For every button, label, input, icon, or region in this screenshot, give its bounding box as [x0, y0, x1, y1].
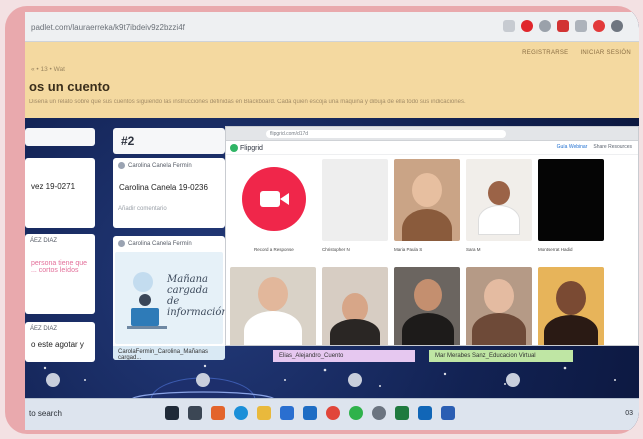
- flipgrid-address-bar[interactable]: flipgrid.com/d17d: [266, 130, 506, 138]
- video-tile-2[interactable]: [394, 159, 460, 241]
- card-filename: CarolaFermin_Carolina_Mañanas cargad...: [113, 346, 225, 360]
- card-left-2[interactable]: ÁEZ DIAZ persona tiene que ... cortos le…: [25, 234, 95, 314]
- flipgrid-header-links: Guía Webinar Share Resources: [557, 144, 632, 150]
- video-tile-1[interactable]: [322, 159, 388, 241]
- flipgrid-header: Flipgrid Guía Webinar Share Resources: [226, 141, 638, 155]
- add-comment-link[interactable]: Añadir comentario: [113, 202, 225, 216]
- card-text: vez 19-0271: [31, 182, 76, 191]
- card-left-3[interactable]: ÁEZ DIAZ o este agotar y: [25, 322, 95, 362]
- monitor-screen: padlet.com/lauraerreka/k9t7ibdeiv9z2bzzi…: [25, 12, 639, 430]
- page-title: os un cuento: [29, 79, 110, 94]
- video-tile-8[interactable]: [466, 267, 532, 345]
- app-icon-orange[interactable]: [211, 406, 225, 420]
- card-text: Carolina Canela 19-0236: [119, 183, 208, 192]
- browser-toolbar: padlet.com/lauraerreka/k9t7ibdeiv9z2bzzi…: [25, 12, 639, 42]
- video-tile-6[interactable]: [322, 267, 388, 345]
- face: [412, 173, 442, 207]
- star-icon[interactable]: [503, 20, 515, 32]
- video-tile-4[interactable]: [538, 159, 604, 241]
- explorer-icon[interactable]: [257, 406, 271, 420]
- puzzle-icon[interactable]: [575, 20, 587, 32]
- record-icon[interactable]: [593, 20, 605, 32]
- mail-icon[interactable]: [303, 406, 317, 420]
- flipgrid-browser-bar: flipgrid.com/d17d: [226, 127, 638, 141]
- page-description: Diseña un relato sobre que sus cuentos s…: [29, 99, 466, 105]
- card-mid-2[interactable]: Carolina Canela Fermín Mañana cargada de…: [113, 236, 225, 360]
- opera-icon[interactable]: [521, 20, 533, 32]
- header-links: REGISTRARSE INICIAR SESIÓN: [512, 50, 631, 56]
- card-image[interactable]: Mañana cargada de información: [115, 252, 225, 344]
- avatar: [118, 240, 125, 247]
- card-image-caption: Mañana cargada de información: [167, 274, 225, 318]
- flipgrid-window: flipgrid.com/d17d Flipgrid Guía Webinar S…: [225, 126, 639, 346]
- tile-caption: Montserrat Hadid: [538, 247, 573, 252]
- register-link[interactable]: REGISTRARSE: [522, 50, 568, 56]
- hair: [330, 319, 380, 345]
- face: [484, 279, 514, 313]
- face: [556, 281, 586, 315]
- card-text: o este agotar y: [31, 340, 84, 349]
- chrome-taskbar-icon[interactable]: [326, 406, 340, 420]
- video-tile-3[interactable]: [466, 159, 532, 241]
- taskbar-search[interactable]: to search: [29, 409, 62, 418]
- app-icon-gray[interactable]: [372, 406, 386, 420]
- hair: [402, 209, 452, 241]
- photo-frame: padlet.com/lauraerreka/k9t7ibdeiv9z2bzzi…: [5, 6, 639, 434]
- word-icon[interactable]: [441, 406, 455, 420]
- shirt: [402, 313, 454, 345]
- flipgrid-logo: Flipgrid: [230, 144, 263, 152]
- edge-icon[interactable]: [234, 406, 248, 420]
- start-icon[interactable]: [165, 406, 179, 420]
- card-author: ÁEZ DIAZ: [30, 326, 58, 332]
- address-bar[interactable]: padlet.com/lauraerreka/k9t7ibdeiv9z2bzzi…: [31, 21, 491, 35]
- flipgrid-logo-icon: [230, 144, 238, 152]
- video-tile-7[interactable]: [394, 267, 460, 345]
- column-2: #2: [113, 128, 225, 154]
- tile-caption: Sara M: [466, 247, 481, 252]
- system-tray-clock[interactable]: 03: [625, 410, 633, 417]
- hair: [472, 313, 526, 345]
- excel-icon[interactable]: [395, 406, 409, 420]
- tile-caption: Record a Response: [254, 247, 294, 252]
- shirt: [244, 311, 302, 345]
- card-left-1[interactable]: vez 19-0271: [25, 158, 95, 228]
- tile-caption: Christopher N: [322, 247, 350, 252]
- hair: [544, 315, 598, 345]
- guide-link[interactable]: Guía Webinar: [557, 144, 588, 150]
- face: [258, 277, 288, 311]
- windows-taskbar: to search 03: [25, 398, 639, 430]
- video-tile-5[interactable]: [230, 267, 316, 345]
- card-author: ÁEZ DIAZ: [30, 238, 58, 244]
- avatar: [118, 162, 125, 169]
- card-label-mar[interactable]: Mar Merabes Sanz_Educacion Virtual: [429, 350, 573, 362]
- outlook-icon[interactable]: [418, 406, 432, 420]
- login-link[interactable]: INICIAR SESIÓN: [580, 50, 631, 56]
- card-text-pink: persona tiene que ... cortos leídos: [31, 260, 88, 274]
- breadcrumb: « • 13 • Wat: [31, 66, 65, 73]
- shirt: [478, 205, 520, 235]
- video-tile-9[interactable]: [538, 267, 604, 345]
- record-response-tile[interactable]: [230, 159, 318, 241]
- card-mid-1[interactable]: Carolina Canela Fermín Carolina Canela 1…: [113, 158, 225, 228]
- extension-icons: [503, 20, 623, 32]
- card-author: Carolina Canela Fermín: [113, 158, 225, 173]
- account-icon[interactable]: [611, 20, 623, 32]
- column-1: [25, 128, 95, 146]
- taskbar-icons: [165, 406, 455, 420]
- record-camera-icon[interactable]: [242, 167, 306, 231]
- task-view-icon[interactable]: [188, 406, 202, 420]
- card-author: Carolina Canela Fermín: [113, 236, 225, 251]
- card-label-elias[interactable]: Elias_Alejandro_Cuento: [273, 350, 415, 362]
- pdf-icon[interactable]: [557, 20, 569, 32]
- store-icon[interactable]: [280, 406, 294, 420]
- tile-caption: Maria Paula S: [394, 247, 423, 252]
- column-header: #2: [121, 134, 135, 148]
- whatsapp-icon[interactable]: [349, 406, 363, 420]
- chrome-icon[interactable]: [539, 20, 551, 32]
- share-link[interactable]: Share Resources: [593, 144, 632, 150]
- padlet-header: REGISTRARSE INICIAR SESIÓN « • 13 • Wat …: [25, 42, 639, 118]
- face: [488, 181, 510, 205]
- face: [414, 279, 442, 311]
